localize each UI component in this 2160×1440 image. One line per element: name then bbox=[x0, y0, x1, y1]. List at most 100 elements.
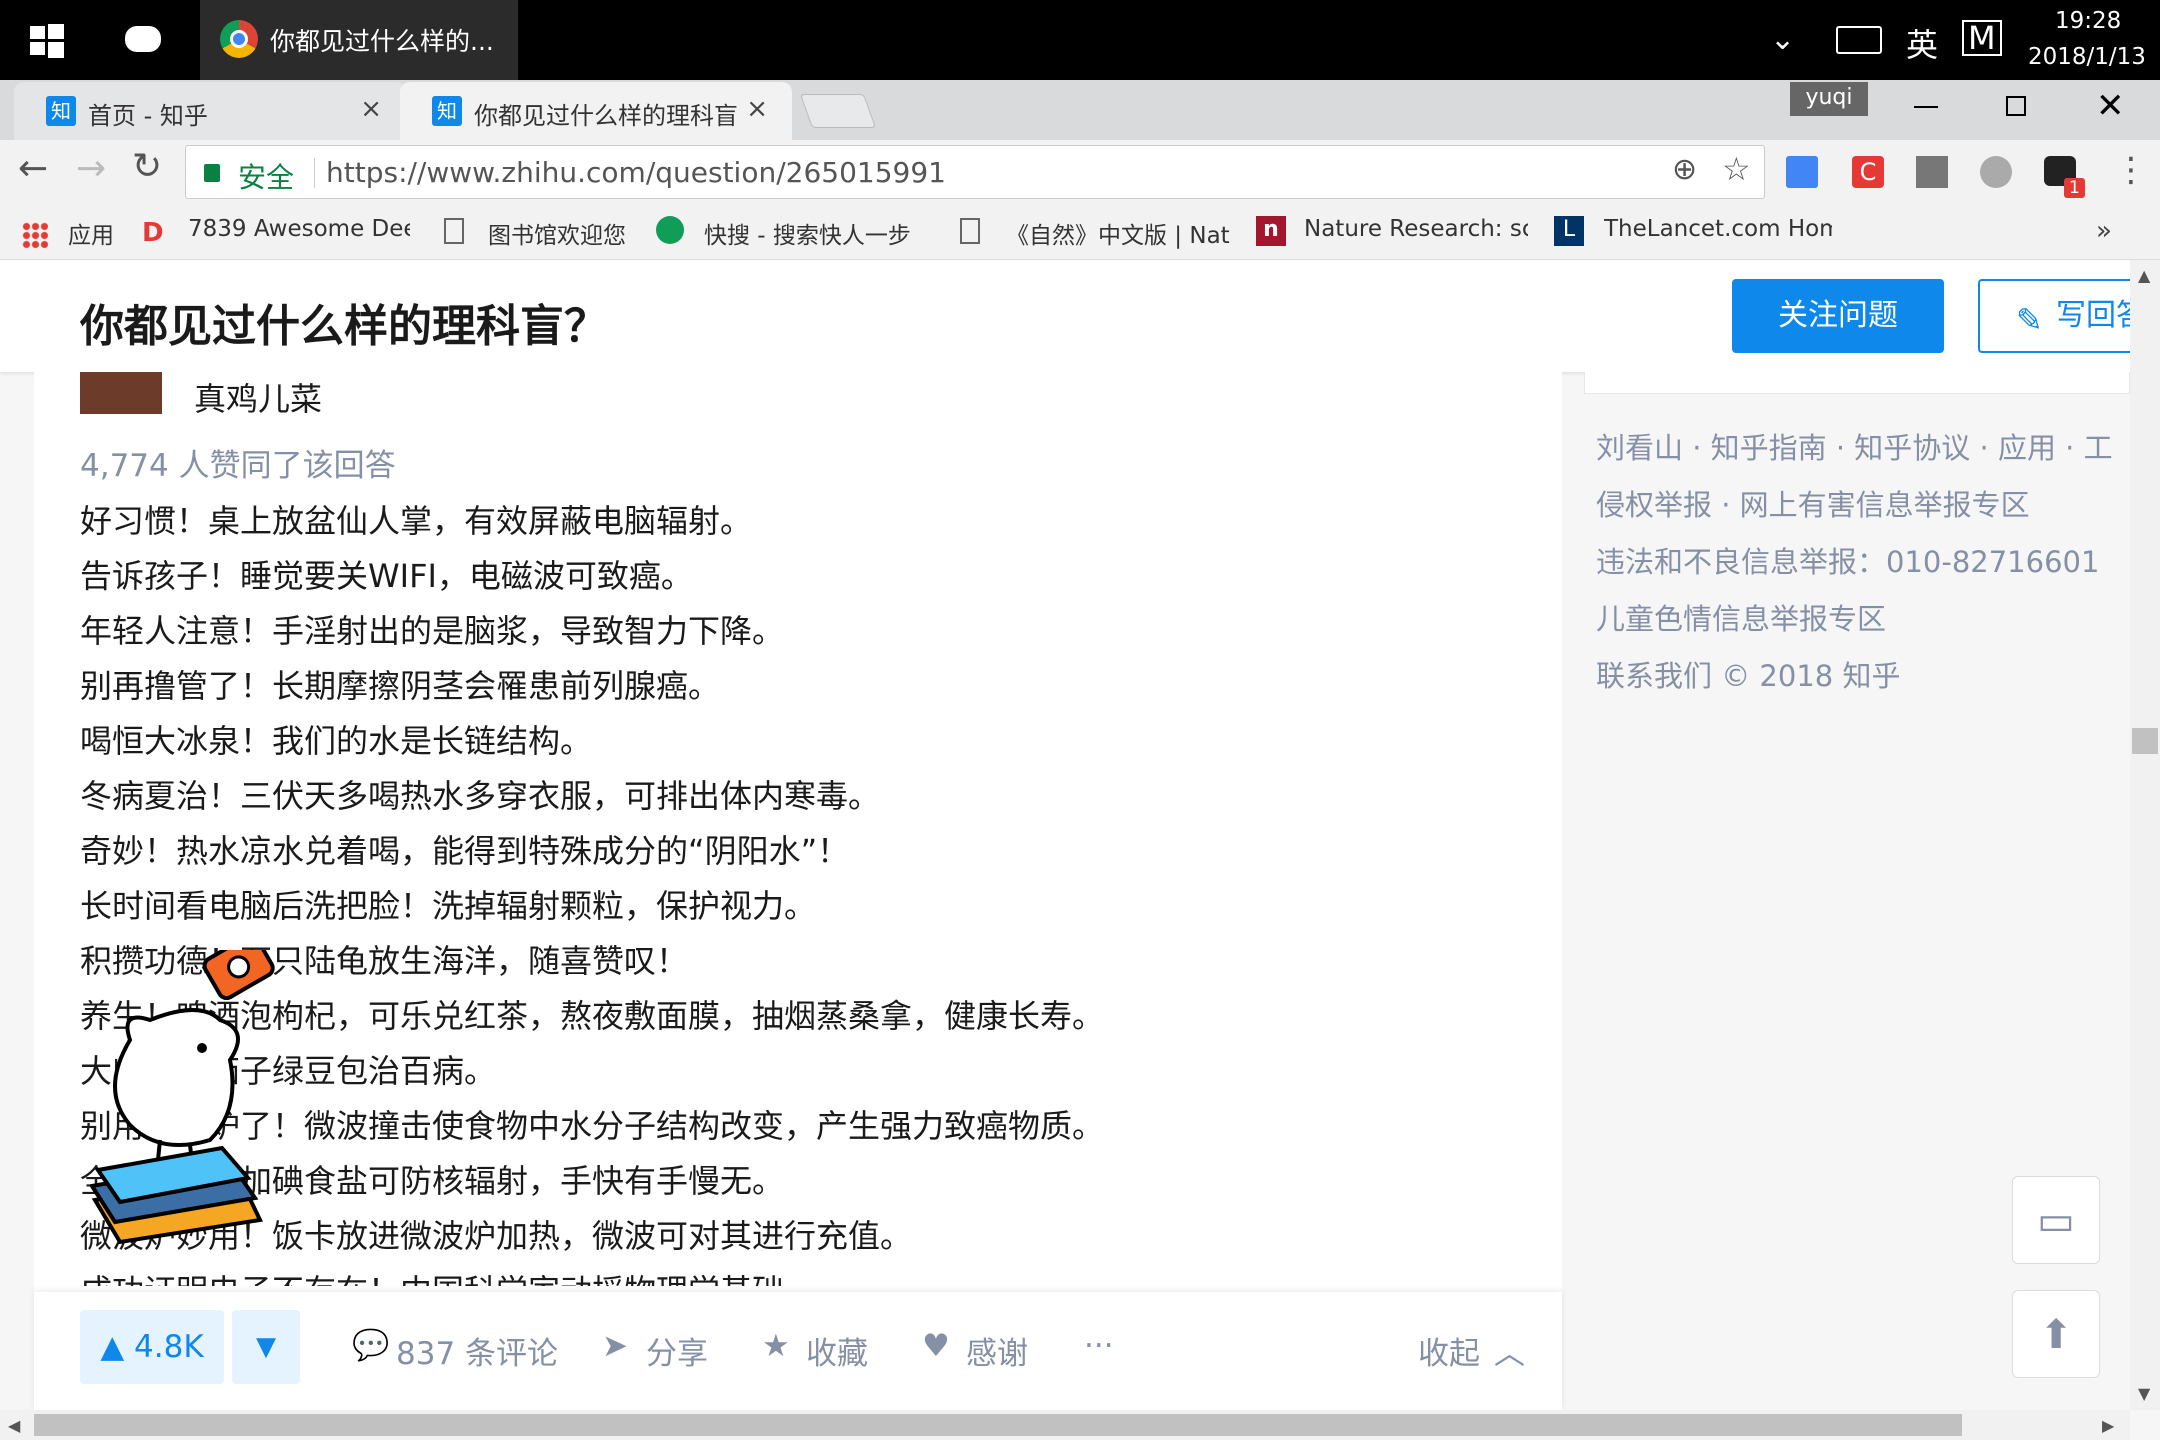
pencil-icon: ✎ bbox=[2016, 301, 2043, 339]
scroll-up-icon[interactable]: ▲ bbox=[2138, 266, 2150, 285]
back-icon[interactable]: ← bbox=[18, 148, 48, 189]
favorite-button[interactable]: 收藏 bbox=[806, 1328, 868, 1373]
lock-icon bbox=[204, 164, 220, 182]
globe-extension-icon[interactable] bbox=[1980, 156, 2012, 188]
answer-line: 养生！啤酒泡枸杞，可乐兑红茶，熬夜敷面膜，抽烟蒸桑拿，健康长寿。 bbox=[80, 997, 1105, 1035]
bookmark-nature-cn[interactable]: 《自然》中文版 | Nat bbox=[1006, 216, 1230, 250]
footer-links[interactable]: 刘看山 · 知乎指南 · 知乎协议 · 应用 · 工 bbox=[1596, 420, 2126, 477]
address-divider bbox=[314, 158, 315, 188]
feedback-icon[interactable]: ▭ bbox=[2012, 1176, 2100, 1264]
reload-icon[interactable]: ↻ bbox=[132, 146, 162, 187]
answer-line: 好习惯！桌上放盆仙人掌，有效屏蔽电脑辐射。 bbox=[80, 502, 753, 540]
close-tab-icon[interactable]: × bbox=[360, 94, 382, 124]
follow-question-button[interactable]: 关注问题 bbox=[1732, 279, 1944, 353]
scroll-left-icon[interactable]: ◀ bbox=[8, 1416, 20, 1435]
horizontal-scroll-thumb[interactable] bbox=[34, 1414, 1962, 1436]
avatar[interactable] bbox=[80, 372, 162, 414]
minimize-icon[interactable] bbox=[1914, 106, 1938, 108]
answer-line: 告诉孩子！睡觉要关WIFI，电磁波可致癌。 bbox=[80, 557, 693, 595]
chevron-up-icon[interactable]: ⌄ bbox=[1770, 22, 1795, 57]
windows-start-icon[interactable] bbox=[30, 24, 64, 58]
chrome-menu-icon[interactable]: ⋮ bbox=[2114, 150, 2148, 190]
answer-line: 大师说：茄子绿豆包治百病。 bbox=[80, 1052, 497, 1090]
answer-line: 别用微波炉了！微波撞击使食物中水分子结构改变，产生强力致癌物质。 bbox=[80, 1107, 1105, 1145]
translate-extension-icon[interactable] bbox=[1786, 156, 1818, 188]
scroll-right-icon[interactable]: ▶ bbox=[2102, 1416, 2114, 1435]
horizontal-scrollbar[interactable]: ◀ ▶ bbox=[0, 1410, 2130, 1440]
share-button[interactable]: 分享 bbox=[646, 1328, 708, 1373]
contact-copyright[interactable]: 联系我们 © 2018 知乎 bbox=[1596, 648, 2126, 705]
taskbar-chrome-app[interactable]: 你都见过什么样的... bbox=[200, 0, 518, 80]
thanks-button[interactable]: 感谢 bbox=[966, 1328, 1028, 1373]
forward-icon[interactable]: → bbox=[76, 148, 106, 189]
child-report-link[interactable]: 儿童色情信息举报专区 bbox=[1596, 591, 2126, 648]
apps-grid-icon[interactable] bbox=[22, 222, 48, 248]
security-label: 安全 bbox=[238, 161, 295, 194]
answer-line: 别再撸管了！长期摩擦阴茎会罹患前列腺癌。 bbox=[80, 667, 721, 705]
write-answer-button[interactable]: ✎ 写回答 bbox=[1978, 279, 2138, 353]
close-window-icon[interactable]: ✕ bbox=[2096, 86, 2125, 126]
windows-taskbar: 你都见过什么样的... ⌄ 英 M 19:28 2018/1/13 bbox=[0, 0, 2160, 80]
bookmark-lancet[interactable]: TheLancet.com Home bbox=[1604, 216, 1832, 242]
clock-date[interactable]: 2018/1/13 bbox=[2028, 44, 2146, 70]
report-phone: 违法和不良信息举报：010-82716601 bbox=[1596, 545, 2100, 579]
zoom-icon[interactable]: ⊕ bbox=[1672, 152, 1697, 187]
question-header: 你都见过什么样的理科盲？ 关注问题 ✎ 写回答 bbox=[0, 260, 2138, 372]
share-icon: ➤ bbox=[602, 1328, 628, 1364]
collapse-button[interactable]: 收起 bbox=[1418, 1328, 1480, 1373]
ime-language[interactable]: 英 bbox=[1906, 20, 1938, 66]
tab-title: 你都见过什么样的理科盲 bbox=[474, 102, 738, 130]
profile-badge[interactable]: yuqi bbox=[1790, 82, 1868, 116]
bookmark-star-icon[interactable]: ☆ bbox=[1722, 150, 1751, 188]
tab-title: 首页 - 知乎 bbox=[88, 102, 208, 130]
close-tab-icon[interactable]: × bbox=[746, 94, 768, 124]
extension-badge: 1 bbox=[2064, 178, 2085, 198]
footer-report-links[interactable]: 侵权举报 · 网上有害信息举报专区 bbox=[1596, 477, 2126, 534]
vertical-scroll-thumb[interactable] bbox=[2132, 728, 2158, 754]
page-icon bbox=[960, 218, 980, 244]
liukanshan-mascot-icon[interactable] bbox=[88, 933, 290, 1260]
tab-question[interactable]: 知 你都见过什么样的理科盲 × bbox=[400, 82, 792, 140]
answer-line: 喝恒大冰泉！我们的水是长链结构。 bbox=[80, 722, 593, 760]
restore-icon[interactable] bbox=[2006, 96, 2026, 116]
answer-line: 年轻人注意！手淫射出的是脑浆，导致智力下降。 bbox=[80, 612, 785, 650]
bookmark-apps[interactable]: 应用 bbox=[68, 216, 114, 250]
answer-line: 积攒功德！万只陆龟放生海洋，随喜赞叹！ bbox=[80, 942, 689, 980]
c-extension-icon[interactable]: C bbox=[1852, 156, 1884, 188]
ime-mode[interactable]: M bbox=[1962, 20, 2002, 56]
scroll-down-icon[interactable]: ▼ bbox=[2138, 1384, 2150, 1403]
chevron-up-icon[interactable]: ︿ bbox=[1494, 1328, 1525, 1373]
more-actions-button[interactable]: ··· bbox=[1084, 1328, 1114, 1364]
author-name[interactable]: 真鸡儿菜 bbox=[194, 374, 322, 420]
more-bookmarks-icon[interactable]: » bbox=[2096, 216, 2112, 246]
bookmark-kuaisou[interactable]: 快搜 - 搜索快人一步 bbox=[704, 216, 920, 250]
bookmark-nature-research[interactable]: Nature Research: scie bbox=[1304, 216, 1528, 242]
upvote-button[interactable]: ▲ 4.8K bbox=[80, 1310, 224, 1384]
sidebar-footer: 刘看山 · 知乎指南 · 知乎协议 · 应用 · 工 侵权举报 · 网上有害信息… bbox=[1596, 420, 2126, 705]
vertical-scrollbar[interactable]: ▲ ▼ bbox=[2130, 260, 2160, 1410]
url-text[interactable]: https://www.zhihu.com/question/265015991 bbox=[326, 156, 946, 189]
sidebar-card-bottom bbox=[1584, 372, 2130, 394]
lancet-icon: L bbox=[1554, 216, 1584, 246]
chrome-icon bbox=[220, 20, 258, 58]
tab-zhihu-home[interactable]: 知 首页 - 知乎 × bbox=[14, 82, 406, 140]
downvote-button[interactable]: ▼ bbox=[232, 1310, 300, 1384]
back-to-top-icon[interactable]: ⬆ bbox=[2012, 1290, 2100, 1378]
keyboard-icon[interactable] bbox=[1836, 26, 1882, 54]
cortana-icon[interactable] bbox=[125, 26, 161, 52]
zhihu-favicon: 知 bbox=[46, 96, 76, 126]
answer-action-bar: ▲ 4.8K ▼ 💬 837 条评论 ➤ 分享 ★ 收藏 ♥ 感谢 ··· 收起… bbox=[34, 1292, 1562, 1410]
answer-line: 成功证明电子不存在！中国科学家动摇物理学基础 bbox=[80, 1264, 1540, 1286]
question-title: 你都见过什么样的理科盲？ bbox=[80, 301, 608, 352]
clock-time[interactable]: 19:28 bbox=[2055, 8, 2121, 34]
answer-line: 微波炉妙用！饭卡放进微波炉加热，微波可对其进行充值。 bbox=[80, 1217, 913, 1255]
image-extension-icon[interactable] bbox=[1916, 156, 1948, 188]
vote-count-text: 4,774 人赞同了该回答 bbox=[80, 448, 396, 484]
comments-button[interactable]: 837 条评论 bbox=[396, 1328, 558, 1373]
new-tab-button[interactable] bbox=[799, 94, 877, 128]
address-bar[interactable]: 安全 https://www.zhihu.com/question/265015… bbox=[185, 145, 1765, 199]
kuaisou-icon bbox=[656, 216, 684, 244]
star-icon: ★ bbox=[762, 1328, 790, 1364]
bookmark-library[interactable]: 图书馆欢迎您 bbox=[488, 216, 626, 250]
bookmark-awesome-deep[interactable]: 7839 Awesome Deep bbox=[188, 216, 410, 242]
